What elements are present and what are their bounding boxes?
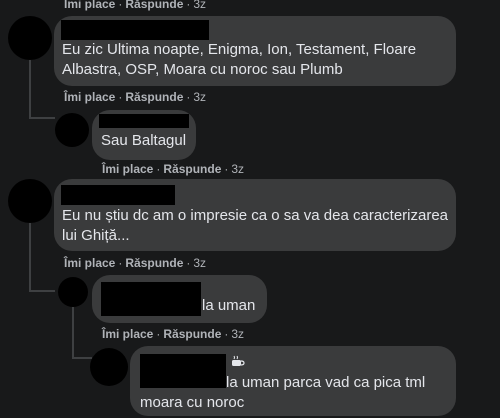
comment-actions: Îmi place · Răspunde · 3z: [64, 256, 206, 270]
like-link[interactable]: Îmi place: [64, 90, 115, 104]
comment-text: la uman: [202, 297, 256, 314]
redacted-author-name[interactable]: [99, 114, 189, 128]
separator: ·: [224, 162, 229, 176]
comment-text: Eu nu știu dc am o impresie ca o sa va d…: [62, 207, 449, 224]
thread-line: [72, 357, 92, 359]
redacted-author-name[interactable]: [61, 20, 209, 40]
comment-bubble: Sau Baltagul: [92, 110, 196, 160]
avatar[interactable]: [90, 348, 128, 386]
comment-time[interactable]: 3z: [193, 0, 206, 11]
comment-actions: Îmi place · Răspunde · 3z: [102, 327, 244, 341]
separator: ·: [156, 162, 161, 176]
thread-line: [29, 117, 55, 119]
comment-text: moara cu noroc: [140, 394, 245, 411]
comment-actions: Îmi place · Răspunde · 3z: [64, 90, 206, 104]
avatar[interactable]: [58, 277, 88, 307]
comment-text: la uman parca vad ca pica tml: [226, 374, 426, 391]
avatar[interactable]: [8, 16, 52, 60]
reply-link[interactable]: Răspunde: [125, 90, 183, 104]
reply-link[interactable]: Răspunde: [125, 256, 183, 270]
reply-link[interactable]: Răspunde: [125, 0, 183, 11]
separator: ·: [224, 327, 229, 341]
thread-line: [29, 212, 31, 292]
comment-actions: Îmi place · Răspunde · 3z: [102, 162, 244, 176]
avatar[interactable]: [55, 113, 89, 147]
separator: ·: [118, 90, 123, 104]
thread-line: [29, 55, 31, 117]
comment-bubble: Eu zic Ultima noapte, Enigma, Ion, Testa…: [54, 16, 456, 86]
separator: ·: [186, 90, 191, 104]
redacted-author-name[interactable]: [101, 282, 201, 316]
comment-time[interactable]: 3z: [193, 90, 206, 104]
comment-time[interactable]: 3z: [231, 327, 244, 341]
comment-text: lui Ghiță...: [62, 227, 130, 244]
comment-actions: Îmi place · Răspunde · 3z: [64, 0, 206, 11]
thread-line: [72, 306, 74, 358]
separator: ·: [186, 256, 191, 270]
reply-link[interactable]: Răspunde: [163, 162, 221, 176]
comment-text: Sau Baltagul: [101, 132, 187, 149]
comment-text: Eu zic Ultima noapte, Enigma, Ion, Testa…: [62, 41, 417, 58]
like-link[interactable]: Îmi place: [64, 256, 115, 270]
separator: ·: [186, 0, 191, 11]
comment-time[interactable]: 3z: [193, 256, 206, 270]
separator: ·: [118, 256, 123, 270]
comment-time[interactable]: 3z: [231, 162, 244, 176]
comment-bubble: la uman parca vad ca pica tml moara cu n…: [130, 346, 456, 416]
coffee-cup-icon: [232, 355, 245, 366]
separator: ·: [156, 327, 161, 341]
comment-text: Albastra, OSP, Moara cu noroc sau Plumb: [62, 61, 343, 78]
redacted-author-name[interactable]: [61, 185, 175, 205]
like-link[interactable]: Îmi place: [102, 327, 153, 341]
avatar[interactable]: [8, 179, 52, 223]
redacted-author-name[interactable]: [140, 354, 226, 388]
comment-bubble: Eu nu știu dc am o impresie ca o sa va d…: [54, 179, 456, 251]
comment-bubble: la uman: [92, 275, 267, 323]
like-link[interactable]: Îmi place: [102, 162, 153, 176]
reply-link[interactable]: Răspunde: [163, 327, 221, 341]
like-link[interactable]: Îmi place: [64, 0, 115, 11]
separator: ·: [118, 0, 123, 11]
thread-line: [29, 290, 55, 292]
